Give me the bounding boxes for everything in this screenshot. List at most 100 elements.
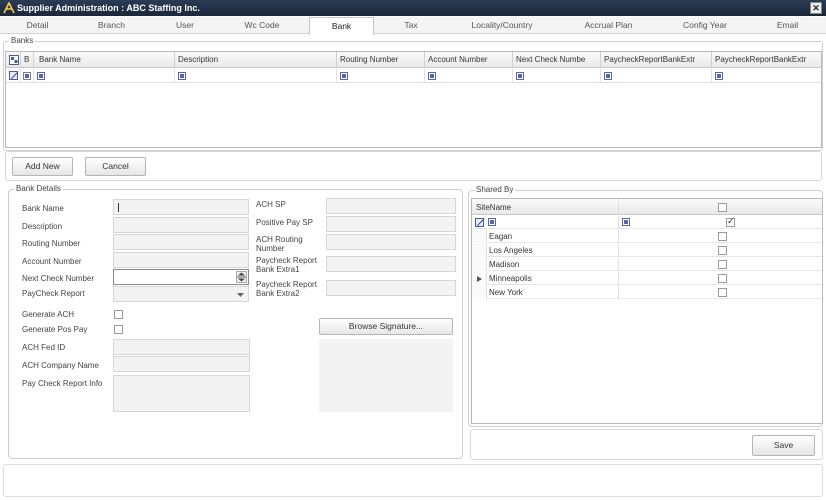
shared-checkbox[interactable]	[718, 246, 727, 255]
bank-details-legend: Bank Details	[14, 184, 63, 193]
table-row[interactable]: Los Angeles	[472, 244, 822, 257]
column-divider	[618, 230, 619, 243]
bank-name-input[interactable]	[113, 199, 249, 215]
filter-cell-paycheck-extra1[interactable]	[601, 69, 712, 83]
tab-bank[interactable]: Bank	[309, 17, 374, 35]
row-indicator	[472, 230, 487, 243]
ach-routing-number-input[interactable]	[326, 234, 456, 250]
row-indicator	[472, 286, 487, 299]
filter-cell-paycheck-extra2[interactable]	[712, 69, 821, 83]
filter-operator-icon[interactable]	[37, 72, 45, 80]
tab-bar: Detail Branch User Wc Code Bank Tax Loca…	[0, 17, 826, 35]
cancel-button[interactable]: Cancel	[85, 157, 146, 176]
filter-cell-account-number[interactable]	[425, 69, 513, 83]
tab-email[interactable]: Email	[749, 17, 826, 34]
tab-wc-code[interactable]: Wc Code	[222, 17, 302, 34]
description-input[interactable]	[113, 217, 249, 233]
column-chooser-icon[interactable]	[9, 55, 19, 65]
column-divider	[618, 199, 619, 215]
ach-fed-id-input[interactable]	[113, 339, 250, 355]
add-new-button[interactable]: Add New	[12, 157, 73, 176]
column-header-description[interactable]: Description	[175, 52, 337, 68]
generate-pos-pay-checkbox[interactable]	[114, 325, 123, 334]
column-header-sitename[interactable]: SiteName	[476, 203, 511, 212]
column-divider	[618, 286, 619, 299]
table-row[interactable]: Minneapolis	[472, 272, 822, 285]
shared-by-header: SiteName	[472, 199, 822, 215]
filter-operator-icon[interactable]	[428, 72, 436, 80]
column-chooser-cell[interactable]	[6, 52, 21, 68]
filter-operator-icon[interactable]	[178, 72, 186, 80]
paycheck-report-select[interactable]	[113, 286, 249, 302]
filter-cell-description[interactable]	[175, 69, 337, 83]
banks-filter-row	[6, 69, 821, 83]
filter-operator-icon[interactable]	[23, 72, 31, 80]
routing-number-input[interactable]	[113, 234, 249, 250]
shared-checkbox[interactable]	[718, 288, 727, 297]
paycheck-report-bank-extra2-input[interactable]	[326, 280, 456, 296]
tab-detail[interactable]: Detail	[0, 17, 75, 34]
tab-tax[interactable]: Tax	[374, 17, 448, 34]
filter-operator-icon[interactable]	[604, 72, 612, 80]
column-divider	[618, 272, 619, 285]
browse-signature-button[interactable]: Browse Signature...	[319, 318, 453, 335]
generate-ach-label: Generate ACH	[22, 310, 75, 319]
window-title: Supplier Administration : ABC Staffing I…	[17, 3, 200, 13]
ach-sp-label: ACH SP	[256, 200, 286, 209]
ach-sp-input[interactable]	[326, 198, 456, 214]
tab-user[interactable]: User	[148, 17, 222, 34]
tab-accrual-plan[interactable]: Accrual Plan	[556, 17, 661, 34]
ach-company-name-input[interactable]	[113, 356, 250, 372]
save-button[interactable]: Save	[752, 435, 815, 456]
tab-locality-country[interactable]: Locality/Country	[448, 17, 556, 34]
tab-config-year[interactable]: Config Year	[661, 17, 749, 34]
table-row[interactable]: Eagan	[472, 230, 822, 243]
filter-operator-icon[interactable]	[622, 218, 630, 226]
filter-operator-icon[interactable]	[340, 72, 348, 80]
column-header-paycheck-extra2[interactable]: PaycheckReportBankExtr	[712, 52, 821, 68]
filter-row-indicator	[6, 69, 21, 83]
pay-check-report-info-textarea[interactable]	[113, 375, 250, 412]
filter-cell-next-check-number[interactable]	[513, 69, 601, 83]
table-row[interactable]: Madison	[472, 258, 822, 271]
banks-grid-header: B Bank Name Description Routing Number A…	[6, 52, 821, 68]
column-header-b[interactable]: B	[21, 52, 34, 68]
column-divider	[618, 258, 619, 271]
generate-ach-checkbox[interactable]	[114, 310, 123, 319]
paycheck-report-bank-extra1-input[interactable]	[326, 256, 456, 272]
column-divider	[618, 216, 619, 229]
select-all-checkbox[interactable]	[718, 203, 727, 212]
column-header-next-check-number[interactable]: Next Check Numbe	[513, 52, 601, 68]
paycheck-report-bank-extra2-label: Paycheck Report Bank Extra2	[256, 280, 317, 298]
shared-checkbox[interactable]	[718, 232, 727, 241]
account-number-input[interactable]	[113, 252, 249, 268]
banks-legend: Banks	[9, 36, 36, 45]
close-button[interactable]: ✕	[810, 2, 822, 14]
row-indicator	[472, 272, 487, 285]
column-header-routing-number[interactable]: Routing Number	[337, 52, 425, 68]
filter-operator-icon[interactable]	[488, 218, 496, 226]
filter-operator-icon[interactable]	[715, 72, 723, 80]
column-header-bank-name[interactable]: Bank Name	[34, 52, 175, 68]
shared-checkbox[interactable]	[718, 274, 727, 283]
site-name-cell: Los Angeles	[489, 246, 533, 255]
paycheck-report-bank-extra1-label: Paycheck Report Bank Extra1	[256, 256, 317, 274]
save-bar: Save	[470, 429, 823, 460]
account-number-label: Account Number	[22, 257, 82, 266]
shared-checkbox[interactable]	[718, 260, 727, 269]
filter-cell-bank-name[interactable]	[34, 69, 175, 83]
column-header-paycheck-extra1[interactable]: PaycheckReportBankExtr	[601, 52, 712, 68]
filter-cell-b[interactable]	[21, 69, 34, 83]
filter-checkbox[interactable]	[726, 216, 735, 227]
spin-down-button[interactable]	[236, 277, 247, 283]
table-row[interactable]: New York	[472, 286, 822, 299]
filter-cell-routing-number[interactable]	[337, 69, 425, 83]
filter-operator-icon[interactable]	[516, 72, 524, 80]
column-header-account-number[interactable]: Account Number	[425, 52, 513, 68]
positive-pay-sp-input[interactable]	[326, 216, 456, 232]
site-name-cell: New York	[489, 288, 523, 297]
tab-branch[interactable]: Branch	[75, 17, 148, 34]
text-cursor	[118, 203, 119, 212]
site-name-cell: Madison	[489, 260, 520, 269]
next-check-number-input[interactable]	[113, 269, 249, 285]
